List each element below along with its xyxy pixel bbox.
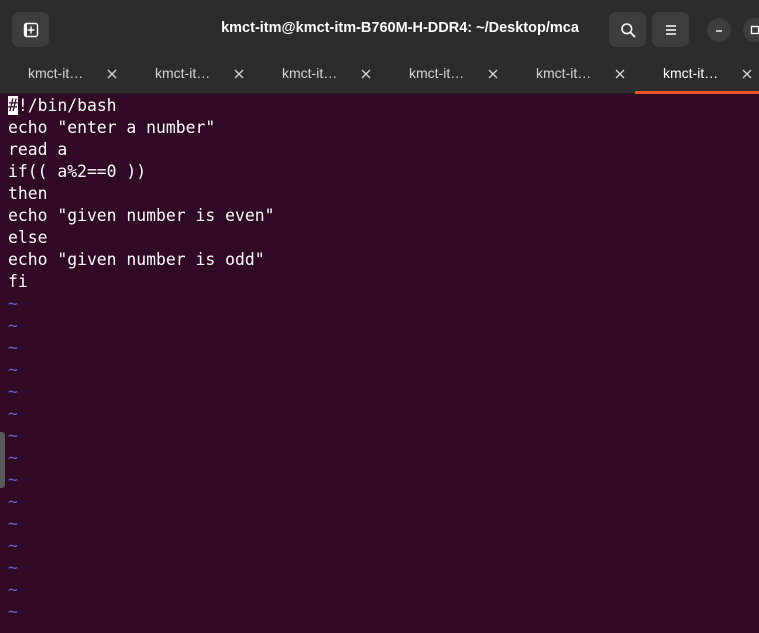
editor-buffer: #!/bin/bash echo "enter a number" read a… [8, 95, 274, 623]
tab-6-active[interactable]: kmct-it… [635, 57, 759, 94]
empty-line-marker: ~ [8, 360, 18, 379]
tab-close-button[interactable] [486, 67, 500, 81]
empty-line-marker: ~ [8, 536, 18, 555]
title-bar: kmct-itm@kmct-itm-B760M-H-DDR4: ~/Deskto… [0, 0, 759, 57]
tab-close-button[interactable] [105, 67, 119, 81]
close-icon [107, 69, 117, 79]
tab-close-button[interactable] [740, 67, 754, 81]
empty-line-marker: ~ [8, 470, 18, 489]
search-button[interactable] [609, 12, 646, 47]
code-line: then [8, 184, 48, 203]
tab-close-button[interactable] [613, 67, 627, 81]
code-line: #!/bin/bash [8, 95, 274, 117]
code-line: fi [8, 272, 28, 291]
scrollbar-handle[interactable] [0, 432, 5, 488]
code-line: else [8, 228, 48, 247]
close-icon [234, 69, 244, 79]
close-icon [742, 69, 752, 79]
empty-line-marker: ~ [8, 580, 18, 599]
tab-3[interactable]: kmct-it… [254, 57, 381, 94]
tab-2[interactable]: kmct-it… [127, 57, 254, 94]
tab-close-button[interactable] [232, 67, 246, 81]
tab-label: kmct-it… [155, 65, 211, 81]
empty-line-marker: ~ [8, 448, 18, 467]
maximize-button[interactable] [743, 18, 759, 42]
tab-1[interactable]: kmct-it… [0, 57, 127, 94]
tab-bar: kmct-it… kmct-it… kmct-it… kmct-it… kmct… [0, 57, 759, 94]
code-line: echo "given number is odd" [8, 250, 265, 269]
tab-5[interactable]: kmct-it… [508, 57, 635, 94]
menu-button[interactable] [652, 12, 689, 47]
empty-line-marker: ~ [8, 404, 18, 423]
empty-line-marker: ~ [8, 426, 18, 445]
tab-close-button[interactable] [359, 67, 373, 81]
minimize-button[interactable] [707, 18, 731, 42]
tab-label: kmct-it… [28, 65, 84, 81]
empty-line-marker: ~ [8, 492, 18, 511]
empty-line-marker: ~ [8, 382, 18, 401]
tab-label: kmct-it… [282, 65, 338, 81]
tab-label: kmct-it… [536, 65, 592, 81]
code-line: read a [8, 140, 68, 159]
new-tab-button[interactable] [12, 12, 49, 47]
maximize-icon [750, 25, 759, 35]
code-text: !/bin/bash [17, 96, 117, 115]
terminal-area[interactable]: #!/bin/bash echo "enter a number" read a… [0, 94, 759, 633]
close-icon [488, 69, 498, 79]
code-line: echo "enter a number" [8, 118, 216, 137]
code-line: if(( a%2==0 )) [8, 162, 147, 181]
search-icon [620, 22, 635, 37]
tab-label: kmct-it… [409, 65, 465, 81]
hamburger-menu-icon [665, 24, 676, 35]
tab-label: kmct-it… [663, 65, 719, 81]
new-tab-icon [23, 22, 38, 37]
text-cursor: # [8, 96, 18, 115]
code-line: echo "given number is even" [8, 206, 275, 225]
tab-4[interactable]: kmct-it… [381, 57, 508, 94]
empty-line-marker: ~ [8, 514, 18, 533]
close-icon [615, 69, 625, 79]
empty-line-marker: ~ [8, 316, 18, 335]
empty-line-marker: ~ [8, 294, 18, 313]
minimize-icon [716, 30, 722, 32]
empty-line-marker: ~ [8, 558, 18, 577]
window-title: kmct-itm@kmct-itm-B760M-H-DDR4: ~/Deskto… [221, 20, 579, 36]
close-icon [361, 69, 371, 79]
empty-line-marker: ~ [8, 338, 18, 357]
empty-line-marker: ~ [8, 602, 18, 621]
